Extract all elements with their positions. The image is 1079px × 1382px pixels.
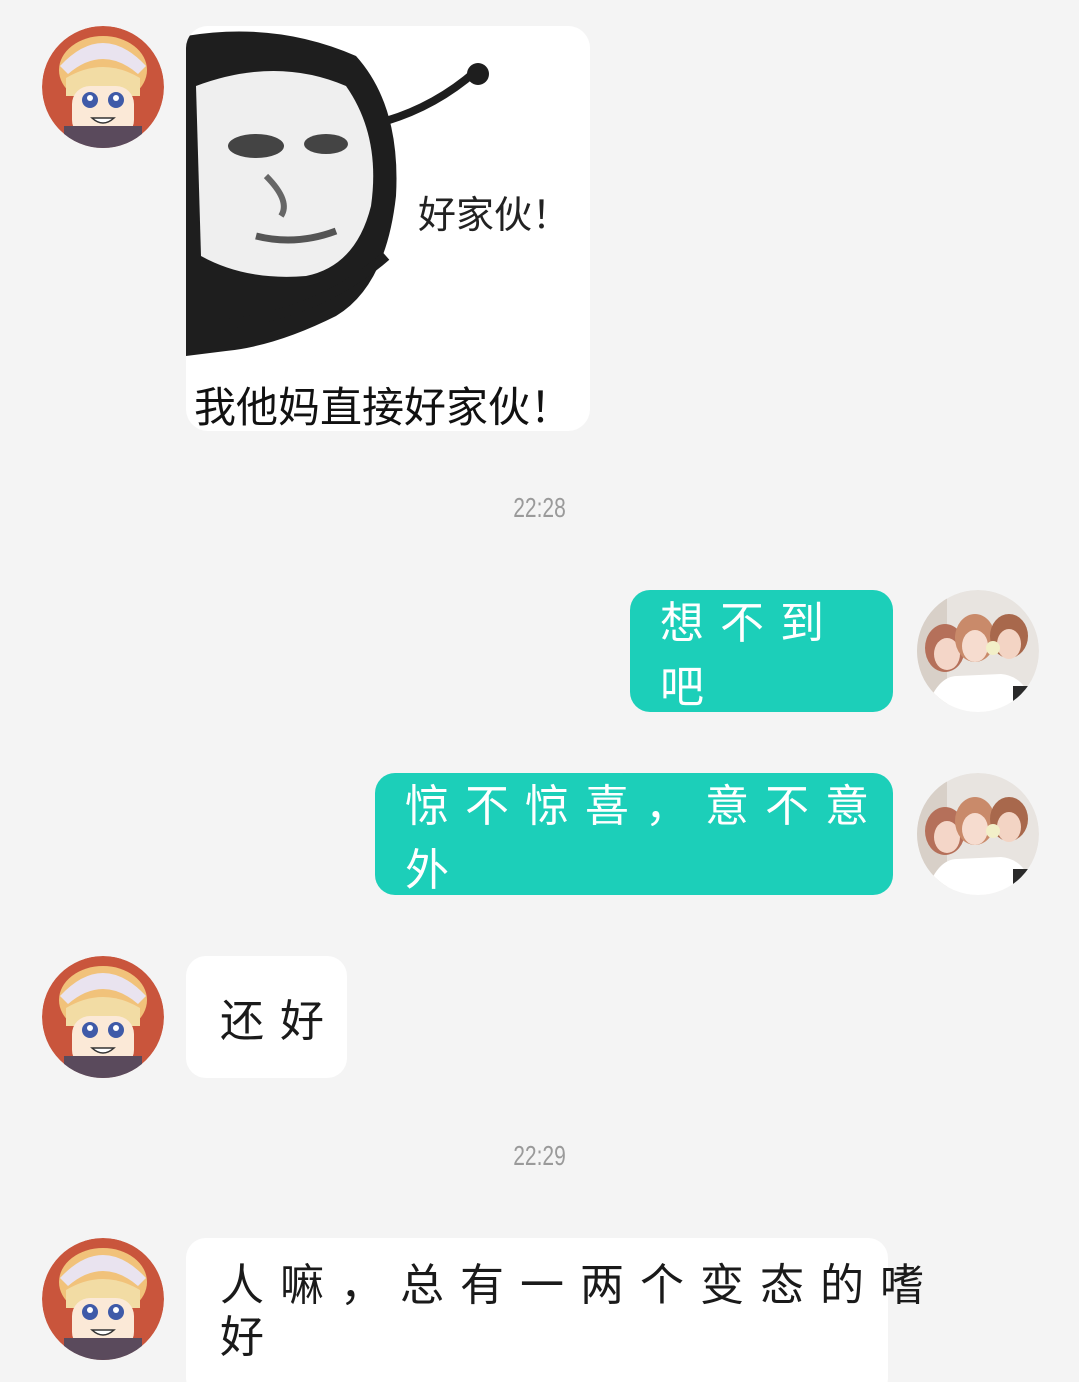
message-bubble-incoming[interactable]: 还好 — [186, 956, 347, 1078]
message-bubble-incoming[interactable]: 人嘛，总有一两个变态的嗜 好 — [186, 1238, 924, 1382]
message-text: 还好 — [220, 996, 340, 1047]
sticker-text: 好家伙！ — [418, 193, 571, 237]
message-bubble-outgoing[interactable]: 想不到吧 — [630, 590, 893, 713]
other-avatar[interactable] — [42, 1238, 164, 1360]
message-text: 想不到吧 — [660, 598, 840, 713]
message-text: 惊不惊喜，意不意外 — [405, 781, 885, 896]
my-avatar[interactable] — [917, 773, 1039, 895]
other-avatar[interactable] — [42, 956, 164, 1078]
message-bubble-outgoing[interactable]: 惊不惊喜，意不意外 — [375, 773, 893, 896]
message-text-line: 人嘛，总有一两个变态的嗜 — [220, 1260, 940, 1311]
timestamp: 22:28 — [513, 492, 566, 523]
meme-sticker[interactable]: 好家伙！ 我他妈直接好家伙！ — [186, 26, 590, 431]
other-avatar[interactable] — [42, 26, 164, 148]
message-text-line: 好 — [220, 1312, 280, 1363]
sticker-caption: 我他妈直接好家伙！ — [194, 383, 573, 431]
my-avatar[interactable] — [917, 590, 1039, 712]
timestamp: 22:29 — [513, 1140, 566, 1171]
